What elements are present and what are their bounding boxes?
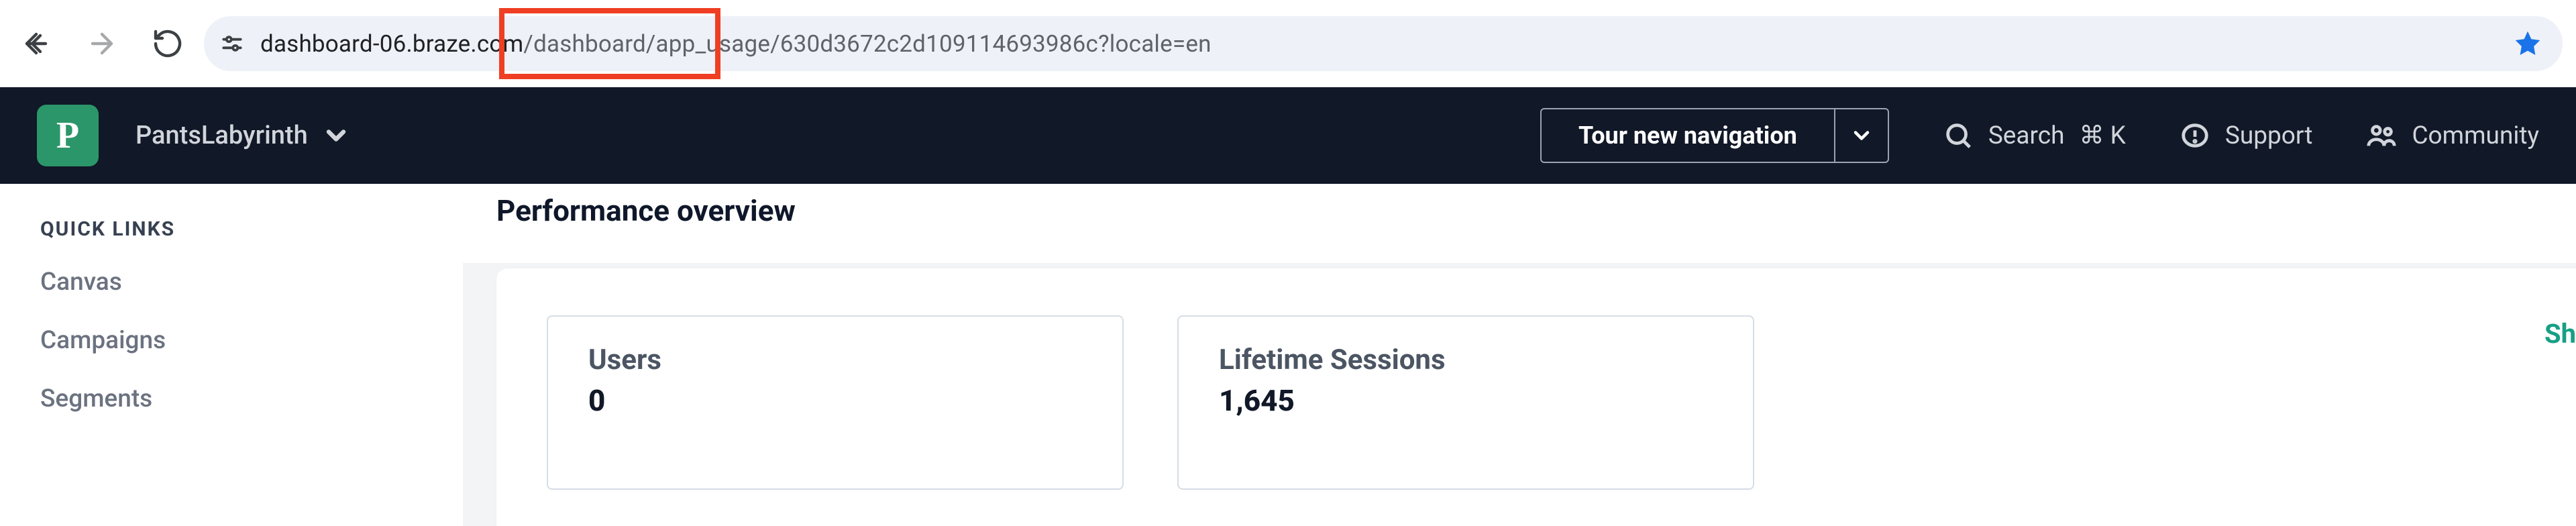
browser-toolbar: dashboard-06.braze.com/dashboard/app_usa…: [0, 0, 2576, 87]
tour-nav-button-group: Tour new navigation: [1540, 108, 1889, 163]
search-icon: [1943, 120, 1974, 151]
community-icon: [2366, 120, 2397, 151]
site-settings-icon[interactable]: [217, 29, 247, 58]
workspace-chevron-icon[interactable]: [321, 121, 351, 150]
stat-card-users: Users 0: [547, 315, 1124, 490]
app-top-nav: P PantsLabyrinth Tour new navigation Sea…: [0, 87, 2576, 184]
sidebar: QUICK LINKS Canvas Campaigns Segments: [0, 184, 463, 526]
forward-button[interactable]: [86, 28, 118, 60]
sidebar-item-segments[interactable]: Segments: [40, 384, 423, 413]
back-button[interactable]: [20, 28, 52, 60]
stat-card-sessions: Lifetime Sessions 1,645: [1177, 315, 1754, 490]
search-shortcut: ⌘ K: [2079, 121, 2125, 150]
overview-panel: Users 0 Lifetime Sessions 1,645: [496, 268, 2576, 526]
main-content: Performance overview Users 0 Lifetime Se…: [463, 184, 2576, 526]
url-text: dashboard-06.braze.com/dashboard/app_usa…: [260, 30, 1212, 58]
stat-value: 1,645: [1219, 383, 1713, 418]
workspace-name[interactable]: PantsLabyrinth: [136, 121, 308, 150]
community-nav-item[interactable]: Community: [2366, 120, 2539, 151]
stat-label: Lifetime Sessions: [1219, 344, 1713, 376]
support-label: Support: [2225, 121, 2313, 150]
app-logo[interactable]: P: [37, 105, 99, 166]
community-label: Community: [2412, 121, 2539, 150]
bookmark-star-icon[interactable]: [2513, 29, 2542, 58]
show-toggle-link[interactable]: Sh: [2544, 318, 2576, 350]
support-nav-item[interactable]: Support: [2180, 120, 2313, 151]
support-icon: [2180, 120, 2210, 151]
sidebar-item-canvas[interactable]: Canvas: [40, 268, 423, 297]
search-nav-item[interactable]: Search ⌘ K: [1943, 120, 2126, 151]
tour-nav-dropdown[interactable]: [1834, 109, 1888, 162]
quick-links-header: QUICK LINKS: [40, 217, 423, 241]
sidebar-item-campaigns[interactable]: Campaigns: [40, 326, 423, 355]
page-title: Performance overview: [463, 184, 2576, 228]
browser-nav-controls: [20, 28, 184, 60]
tour-nav-button[interactable]: Tour new navigation: [1542, 109, 1834, 162]
search-label: Search: [1988, 121, 2065, 150]
stat-label: Users: [588, 344, 1082, 376]
address-bar[interactable]: dashboard-06.braze.com/dashboard/app_usa…: [204, 16, 2563, 71]
stat-value: 0: [588, 383, 1082, 418]
page-body: QUICK LINKS Canvas Campaigns Segments Pe…: [0, 184, 2576, 526]
reload-button[interactable]: [152, 28, 184, 60]
